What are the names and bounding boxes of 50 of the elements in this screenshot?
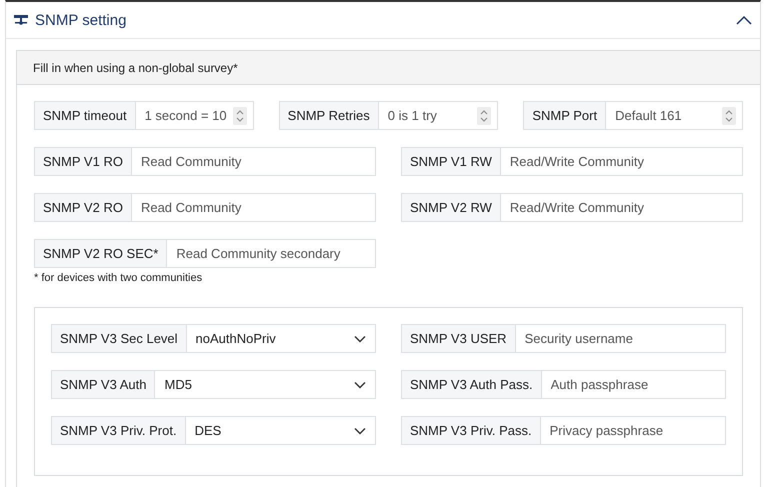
field-label: SNMP V3 Priv. Prot. [51,416,186,445]
field-label: SNMP V3 Auth Pass. [401,370,542,399]
chevron-up-icon[interactable] [736,15,752,25]
text-input[interactable]: Read/Write Community [500,154,742,169]
text-input[interactable]: Read/Write Community [500,200,742,215]
text-field[interactable]: Security username [516,324,726,353]
field-label: SNMP V2 RO SEC* [34,239,168,268]
text-field[interactable]: Read Community secondary [167,239,376,268]
field-label: SNMP V3 Priv. Pass. [401,416,541,445]
select-field[interactable]: MD5 [155,370,376,399]
field-label: SNMP V1 RW [401,147,501,176]
chevron-down-icon [354,380,366,388]
field-label: SNMP V3 USER [401,324,516,353]
spinner-icon[interactable] [722,106,736,124]
field-label: SNMP timeout [34,101,136,130]
field-label: SNMP Retries [278,101,379,130]
text-field[interactable]: Read Community [132,193,376,222]
field-label: SNMP V3 Sec Level [51,324,187,353]
chevron-down-icon [354,426,366,434]
panel-title: SNMP setting [35,12,126,28]
field-label: SNMP V2 RW [401,193,501,222]
select-field[interactable]: noAuthNoPriv [186,324,376,353]
text-input[interactable]: Read Community secondary [167,246,375,261]
number-field[interactable]: 1 second = 10 [136,101,254,130]
field-label: SNMP V1 RO [34,147,132,176]
chevron-down-icon [354,334,366,342]
text-field[interactable]: Privacy passphrase [540,416,726,445]
field-label: SNMP V2 RO [34,193,132,222]
number-input[interactable]: Default 161 [606,108,722,123]
text-input[interactable]: Privacy passphrase [540,423,725,438]
text-input[interactable]: Read Community [132,200,375,215]
text-field[interactable]: Read/Write Community [500,193,743,222]
select-field[interactable]: DES [186,416,376,445]
text-field[interactable]: Read Community [132,147,376,176]
footnote: * for devices with two communities [34,272,204,286]
card-header: Fill in when using a non-global survey* [33,60,238,74]
text-input[interactable]: Read Community [132,154,375,169]
text-input[interactable]: Security username [516,331,725,346]
text-input[interactable]: Auth passphrase [542,377,725,392]
number-input[interactable]: 0 is 1 try [378,108,478,123]
field-label: SNMP Port [523,101,606,130]
text-field[interactable]: Auth passphrase [542,370,726,399]
spinner-icon[interactable] [232,106,247,124]
network-icon [14,14,28,26]
number-field[interactable]: 0 is 1 try [378,101,498,130]
spinner-icon[interactable] [477,106,492,124]
number-input[interactable]: 1 second = 10 [136,108,233,123]
text-field[interactable]: Read/Write Community [500,147,743,176]
number-field[interactable]: Default 161 [606,101,743,130]
field-label: SNMP V3 Auth [51,370,156,399]
